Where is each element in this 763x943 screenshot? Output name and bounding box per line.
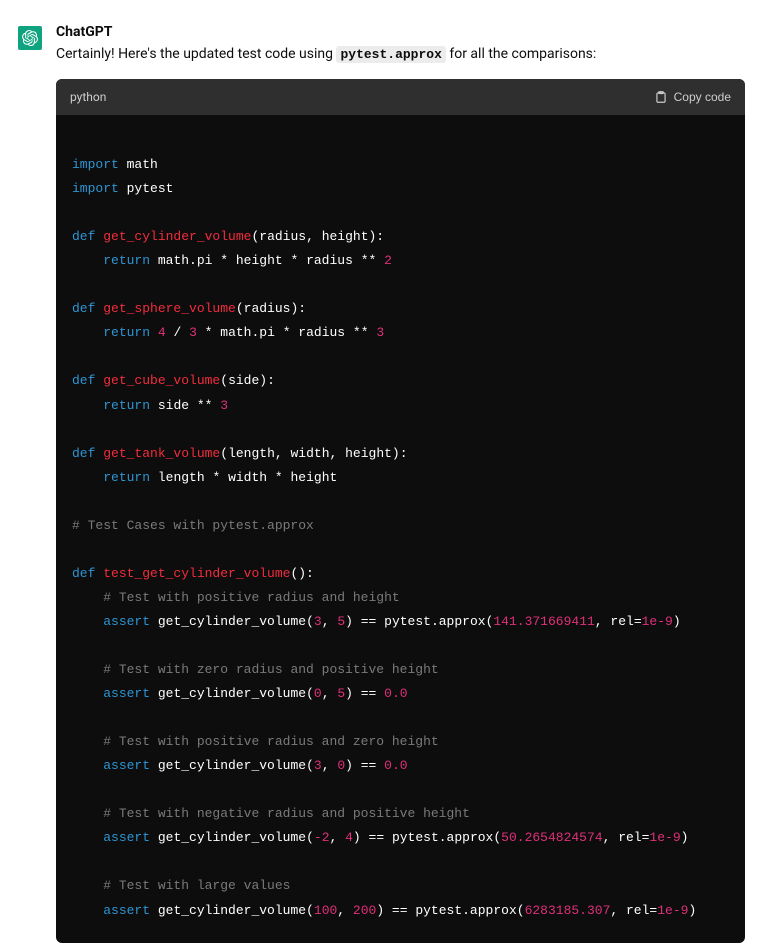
reply-text: Certainly! Here's the updated test code … — [56, 44, 745, 65]
code-header: python Copy code — [56, 79, 745, 115]
reply-post: for all the comparisons: — [446, 46, 596, 62]
message-content: ChatGPT Certainly! Here's the updated te… — [56, 24, 745, 943]
code-body[interactable]: import math import pytest def get_cylind… — [56, 115, 745, 943]
chatgpt-avatar-icon — [18, 26, 42, 50]
chat-message: ChatGPT Certainly! Here's the updated te… — [18, 24, 745, 943]
author-name: ChatGPT — [56, 24, 745, 40]
clipboard-icon — [654, 90, 668, 104]
code-block: python Copy code import math import pyte… — [56, 79, 745, 943]
copy-code-button[interactable]: Copy code — [654, 90, 731, 104]
code-language-label: python — [70, 90, 106, 104]
reply-pre: Certainly! Here's the updated test code … — [56, 46, 336, 62]
inline-code: pytest.approx — [336, 46, 445, 63]
copy-code-label: Copy code — [674, 90, 731, 104]
